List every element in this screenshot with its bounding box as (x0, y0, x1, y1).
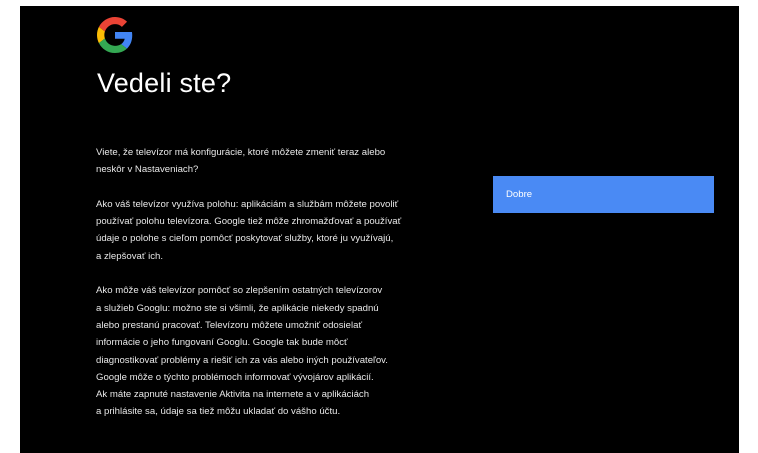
text-line: údaje o polohe s cieľom pomôcť poskytova… (96, 233, 394, 245)
text-line: alebo prestanú pracovať. Televízoru môže… (96, 319, 363, 331)
text-line: a zlepšovať ich. (96, 250, 164, 262)
text-line: Viete, že televízor má konfigurácie, kto… (96, 147, 386, 158)
page-title: Vedeli ste? (97, 68, 232, 98)
ok-button[interactable]: Dobre (493, 176, 714, 213)
text-line: diagnostikovať problémy a riešiť ich za … (96, 354, 388, 366)
info-text: Viete, že televízor má konfigurácie, kto… (96, 144, 476, 438)
text-line: Ako môže váš televízor pomôcť so zlepšen… (96, 285, 383, 297)
text-line: Ako váš televízor využíva polohu: apliká… (96, 198, 399, 210)
text-line: neskôr v Nastaveniach? (96, 164, 199, 176)
text-line: Google môže o týchto problémoch informov… (96, 371, 374, 383)
text-line: Ak máte zapnuté nastavenie Aktivita na i… (96, 389, 370, 401)
paragraph-location: Ako váš televízor využíva polohu: apliká… (96, 196, 476, 265)
text-line: používať polohu televízora. Google tiež … (96, 216, 402, 228)
paragraph-diagnostics: Ako môže váš televízor pomôcť so zlepšen… (96, 282, 476, 420)
text-line: a služieb Googlu: možno ste si všimli, ž… (96, 302, 379, 314)
google-g-icon (97, 17, 133, 53)
text-line: informácie o jeho fungovaní Googlu. Goog… (96, 337, 348, 349)
tv-setup-screen: Vedeli ste? Viete, že televízor má konfi… (20, 6, 739, 453)
text-line: a prihlásite sa, údaje sa tiež môžu ukla… (96, 406, 341, 418)
paragraph-settings: Viete, že televízor má konfigurácie, kto… (96, 144, 476, 179)
